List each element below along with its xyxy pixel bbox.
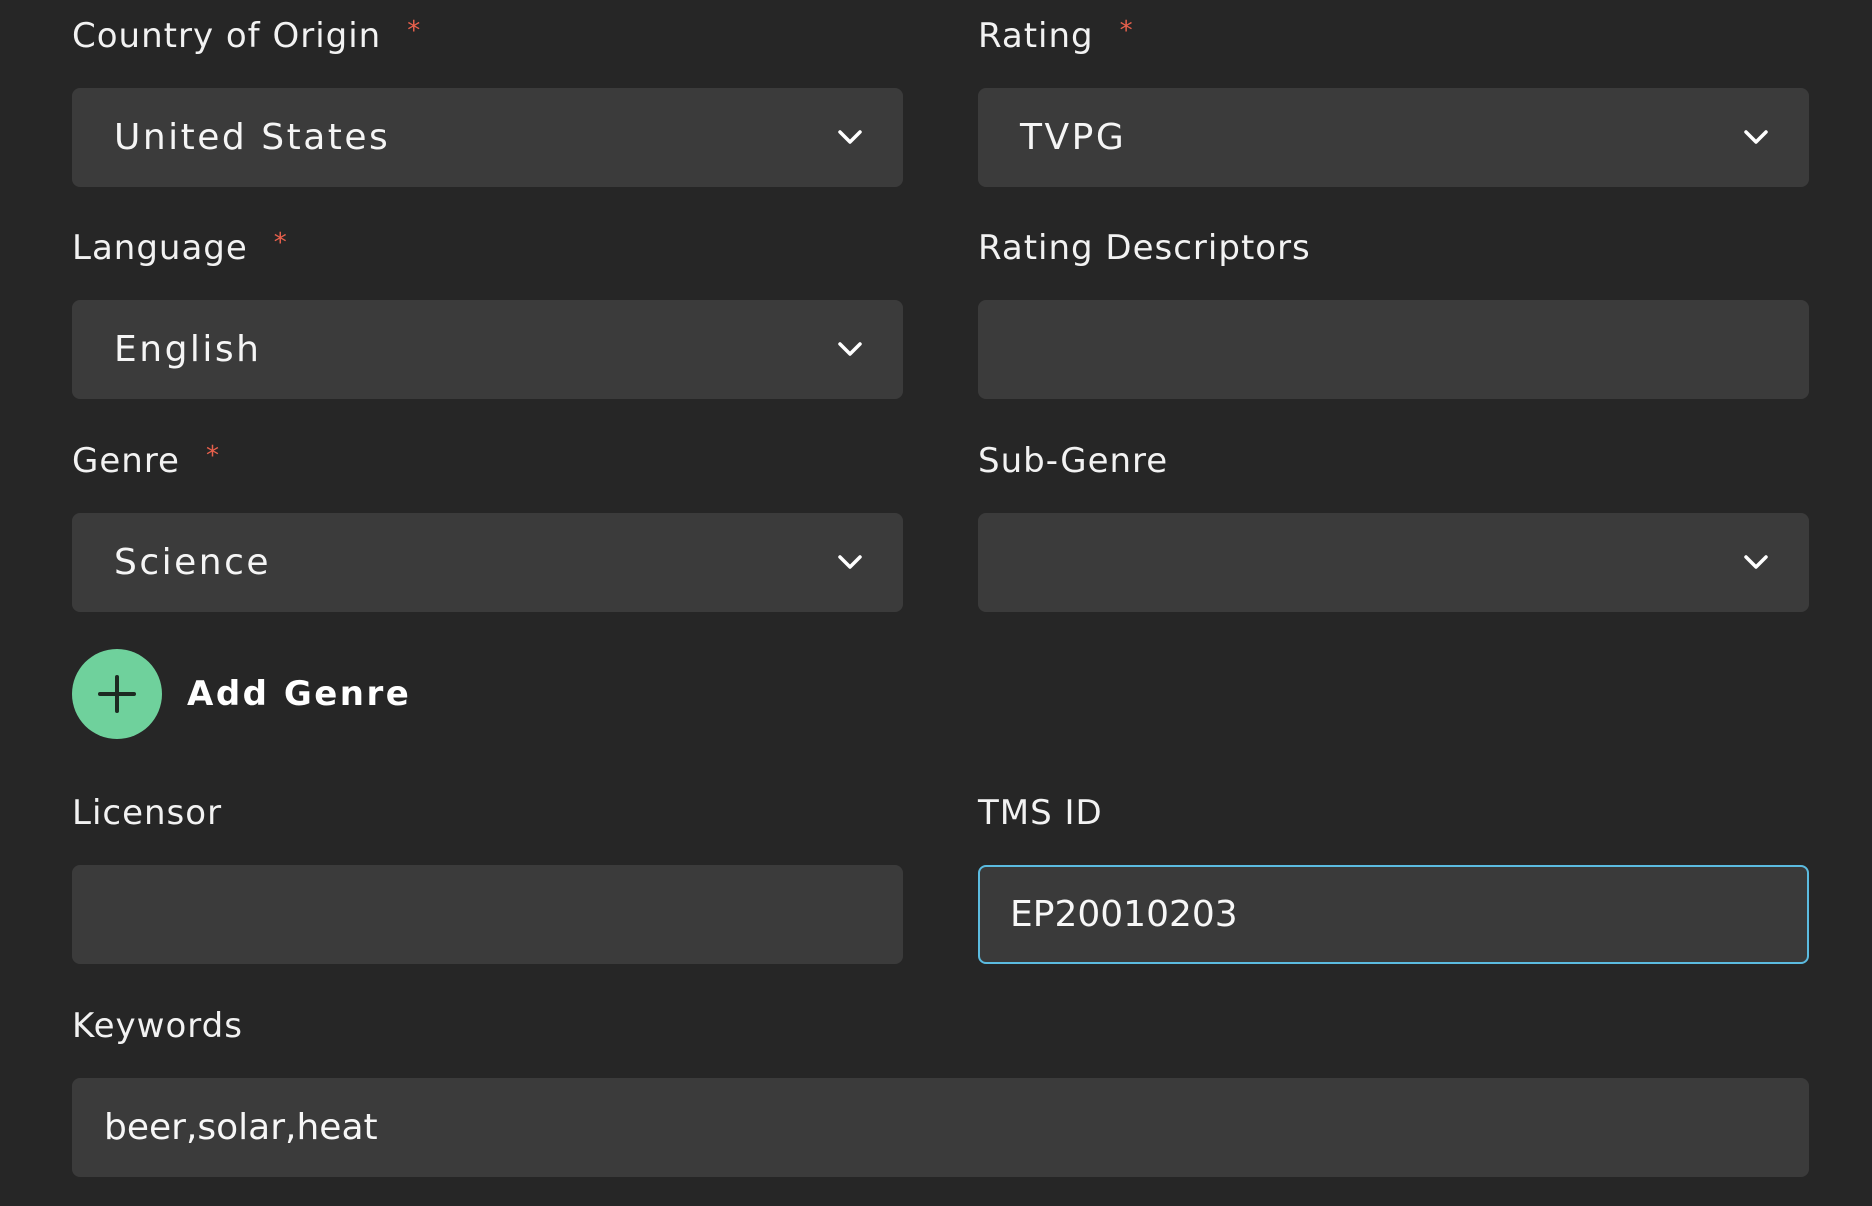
metadata-form: Country of Origin * United States Rating *… — [0, 0, 1872, 1206]
keywords-label: Keywords — [72, 1006, 243, 1046]
plus-icon[interactable] — [72, 649, 162, 739]
country-of-origin-select[interactable]: United States — [72, 88, 903, 187]
tms-id-value: EP20010203 — [1010, 894, 1238, 935]
chevron-down-icon — [838, 342, 862, 356]
rating-descriptors-input[interactable] — [978, 300, 1809, 399]
rating-descriptors-label: Rating Descriptors — [978, 228, 1311, 268]
tms-id-input[interactable]: EP20010203 — [978, 865, 1809, 964]
genre-select[interactable]: Science — [72, 513, 903, 612]
language-value: English — [114, 329, 262, 370]
country-of-origin-value: United States — [114, 117, 391, 158]
sub-genre-select[interactable] — [978, 513, 1809, 612]
genre-label: Genre * — [72, 441, 220, 481]
keywords-value: beer,solar,heat — [104, 1107, 378, 1148]
required-asterisk: * — [407, 16, 422, 46]
add-genre-label: Add Genre — [187, 674, 412, 714]
required-asterisk: * — [1119, 16, 1134, 46]
licensor-input[interactable] — [72, 865, 903, 964]
licensor-label: Licensor — [72, 793, 223, 833]
tms-id-label: TMS ID — [978, 793, 1103, 833]
rating-label: Rating * — [978, 16, 1134, 56]
add-genre-button[interactable]: Add Genre — [72, 649, 411, 739]
chevron-down-icon — [838, 130, 862, 144]
required-asterisk: * — [273, 228, 288, 258]
chevron-down-icon — [1744, 555, 1768, 569]
country-of-origin-label: Country of Origin * — [72, 16, 422, 56]
language-select[interactable]: English — [72, 300, 903, 399]
keywords-input[interactable]: beer,solar,heat — [72, 1078, 1809, 1177]
chevron-down-icon — [1744, 130, 1768, 144]
rating-select[interactable]: TVPG — [978, 88, 1809, 187]
language-label: Language * — [72, 228, 288, 268]
genre-value: Science — [114, 542, 272, 583]
rating-value: TVPG — [1020, 117, 1127, 158]
sub-genre-label: Sub-Genre — [978, 441, 1169, 481]
required-asterisk: * — [205, 441, 220, 471]
chevron-down-icon — [838, 555, 862, 569]
